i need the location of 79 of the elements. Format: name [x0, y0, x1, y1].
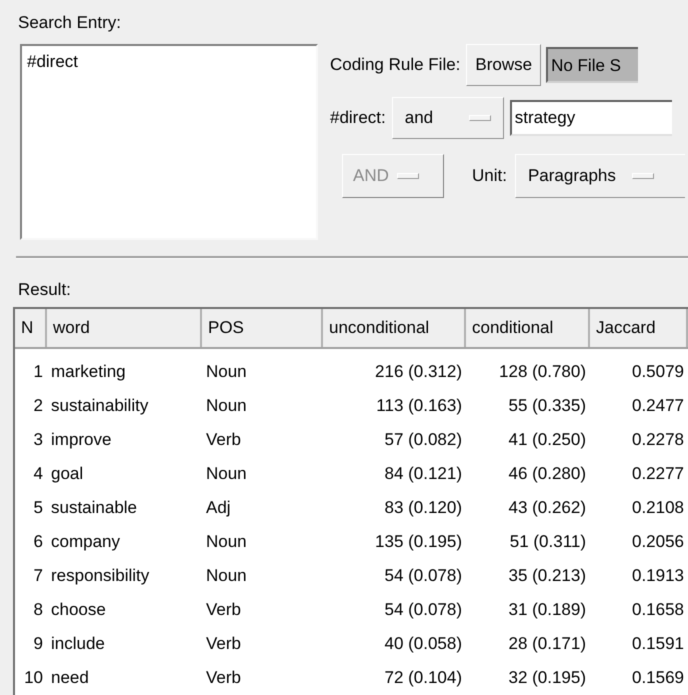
table-cell-text: 6 [34, 531, 43, 554]
table-cell-text: Noun [206, 463, 247, 486]
table-cell-text: need [51, 667, 89, 690]
table-cell-text: 7 [34, 565, 43, 588]
table-cell-text: responsibility [51, 565, 150, 588]
table-cell-text: Adj [206, 497, 231, 520]
table-cell-text: 8 [34, 599, 43, 622]
column-header[interactable]: word [47, 309, 202, 347]
dropdown-indicator-icon [632, 173, 654, 179]
table-cell-text: 0.2278 [632, 429, 684, 452]
table-cell-text: 3 [34, 429, 43, 452]
operator-dropdown[interactable]: and [392, 97, 504, 139]
table-cell-text: 51 (0.311) [510, 531, 586, 554]
table-cell-text: 10 [24, 667, 43, 690]
table-cell-text: include [51, 633, 105, 656]
table-cell-text: goal [51, 463, 84, 486]
table-cell-text: 5 [34, 497, 43, 520]
dropdown-indicator-icon [468, 115, 491, 121]
dropdown-indicator-icon [396, 173, 419, 179]
table-cell-text: 1 [34, 361, 43, 384]
table-cell-text: 135 (0.195) [375, 531, 462, 554]
table-cell-text: 0.5079 [632, 361, 684, 384]
condition-label: #direct: [330, 107, 386, 130]
result-label: Result: [18, 279, 72, 301]
table-cell-text: choose [51, 599, 106, 622]
table-cell-text: 43 (0.262) [508, 497, 586, 520]
table-cell-text: improve [51, 429, 112, 452]
table-cell-text: Noun [206, 565, 247, 588]
table-cell-text: 54 (0.078) [384, 565, 462, 588]
table-cell-text: 0.2477 [632, 395, 684, 418]
keyword-field[interactable]: strategy [510, 100, 672, 136]
table-cell-text: 0.2108 [632, 497, 684, 520]
column-header[interactable]: unconditional [323, 309, 466, 347]
table-cell-text: 41 (0.250) [508, 429, 586, 452]
table-cell-text: 54 (0.078) [384, 599, 462, 622]
table-cell-text: 4 [34, 463, 43, 486]
table-cell-text: 0.1913 [632, 565, 684, 588]
table-cell-text: marketing [51, 361, 126, 384]
file-name-field: No File S [546, 47, 638, 83]
table-cell-text: 0.1591 [632, 633, 684, 656]
table-cell-text: 28 (0.171) [508, 633, 586, 656]
table-cell-text: 40 (0.058) [384, 633, 462, 656]
table-cell-text: 84 (0.121) [384, 463, 462, 486]
column-header[interactable]: Jaccard [590, 309, 688, 347]
table-cell-text: 72 (0.104) [384, 667, 462, 690]
table-cell-text: 0.1658 [632, 599, 684, 622]
table-cell-text: Verb [206, 599, 241, 622]
table-cell-text: 113 (0.163) [376, 395, 462, 418]
table-cell-text: 2 [34, 395, 43, 418]
search-entry-label: Search Entry: [18, 12, 122, 34]
table-cell-text: sustainability [51, 395, 148, 418]
table-cell-text: Noun [206, 531, 247, 554]
table-cell-text: 31 (0.189) [508, 599, 586, 622]
table-cell-text: Noun [206, 361, 247, 384]
browse-button[interactable]: Browse [466, 44, 542, 86]
table-cell-text: 32 (0.195) [508, 667, 586, 690]
table-cell-text: Verb [206, 667, 241, 690]
column-header[interactable]: conditional [466, 309, 590, 347]
table-cell-text: 57 (0.082) [384, 429, 462, 452]
table-cell-text: 0.2277 [632, 463, 684, 486]
table-cell-text: 35 (0.213) [508, 565, 586, 588]
column-header[interactable]: POS [202, 309, 323, 347]
table-cell-text: 83 (0.120) [384, 497, 462, 520]
table-cell-text: Verb [206, 429, 241, 452]
table-cell-text: Verb [206, 633, 241, 656]
table-cell-text: 216 (0.312) [375, 361, 462, 384]
table-cell-text: Noun [206, 395, 247, 418]
table-cell-text: 9 [34, 633, 43, 656]
unit-label: Unit: [472, 165, 507, 188]
table-cell-text: sustainable [51, 497, 138, 520]
table-cell-text: 55 (0.335) [508, 395, 586, 418]
table-cell-text: company [51, 531, 120, 554]
table-cell-text: 0.1569 [632, 667, 684, 690]
coding-rule-label: Coding Rule File: [330, 54, 460, 76]
table-cell-text: 46 (0.280) [508, 463, 586, 486]
column-header[interactable]: N [15, 309, 47, 347]
table-cell-text: 128 (0.780) [499, 361, 586, 384]
table-cell-text: 0.2056 [632, 531, 684, 554]
search-entry-field[interactable]: #direct [20, 44, 318, 240]
